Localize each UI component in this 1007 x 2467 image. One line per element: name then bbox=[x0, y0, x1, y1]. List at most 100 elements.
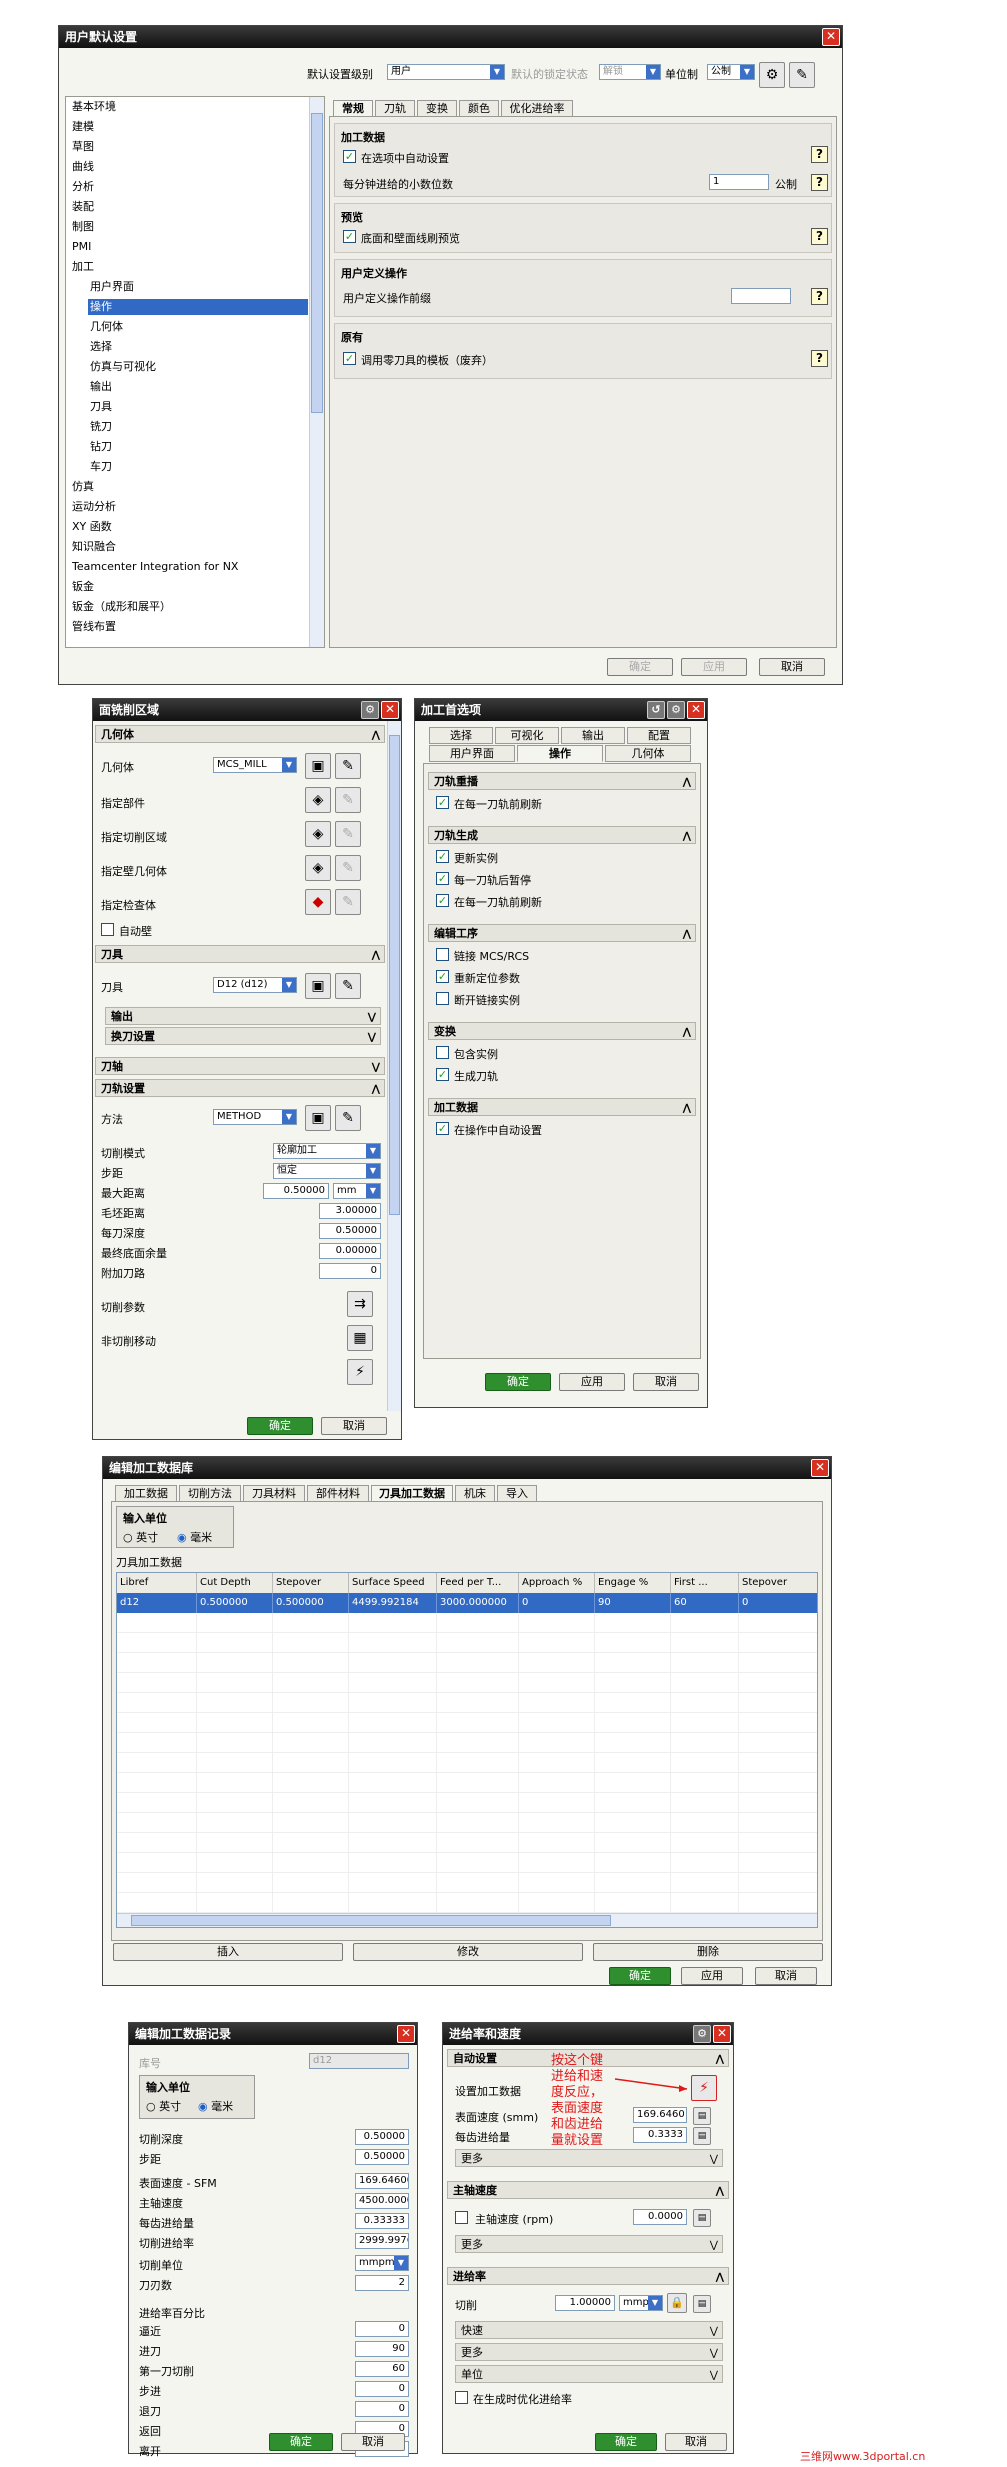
subsection-rapid[interactable]: 快速 ⋁ bbox=[455, 2321, 723, 2339]
section-feed[interactable]: 进给率 ⋀ bbox=[447, 2267, 729, 2285]
ok-button[interactable]: 确定 bbox=[609, 1967, 671, 1985]
tree-item[interactable]: XY 函数 bbox=[70, 519, 308, 535]
new-method-icon[interactable]: ▣ bbox=[305, 1105, 331, 1131]
radio-mm[interactable]: ◉ 毫米 bbox=[177, 1529, 212, 1545]
subsection-unit[interactable]: 单位 ⋁ bbox=[455, 2365, 723, 2383]
cancel-button[interactable]: 取消 bbox=[341, 2433, 405, 2451]
tab-输出[interactable]: 输出 bbox=[561, 727, 625, 744]
tab-5[interactable]: 机床 bbox=[455, 1485, 495, 1502]
pref-checkbox[interactable] bbox=[436, 992, 449, 1005]
pref-checkbox[interactable] bbox=[436, 1046, 449, 1059]
tab-1[interactable]: 切削方法 bbox=[179, 1485, 241, 1502]
blank-dist-input[interactable]: 3.00000 bbox=[319, 1203, 381, 1219]
edit-tool-icon[interactable]: ✎ bbox=[335, 973, 361, 999]
dialog-scrollbar[interactable] bbox=[387, 721, 401, 1411]
tree-item[interactable]: 管线布置 bbox=[70, 619, 308, 635]
tree-item[interactable]: 几何体 bbox=[88, 319, 308, 335]
pref-checkbox[interactable]: ✓ bbox=[436, 970, 449, 983]
decimals-input[interactable]: 1 bbox=[709, 174, 769, 190]
pref-checkbox[interactable]: ✓ bbox=[436, 1122, 449, 1135]
help-icon[interactable]: ? bbox=[811, 350, 828, 367]
auto-set-checkbox[interactable]: ✓ bbox=[343, 150, 356, 163]
pct-input[interactable]: 0 bbox=[355, 2381, 409, 2397]
new-geometry-icon[interactable]: ▣ bbox=[305, 753, 331, 779]
feed-per-tooth-input[interactable]: 0.3333 bbox=[633, 2127, 687, 2143]
unit-select[interactable]: 公制 bbox=[707, 64, 755, 80]
close-icon[interactable]: ✕ bbox=[811, 1459, 829, 1477]
tree-item[interactable]: 制图 bbox=[70, 219, 308, 235]
tree-item[interactable]: 刀具 bbox=[88, 399, 308, 415]
help-icon[interactable]: ? bbox=[811, 228, 828, 245]
tree-item[interactable]: 操作 bbox=[88, 299, 308, 315]
edit-geometry-icon[interactable]: ✎ bbox=[335, 753, 361, 779]
non-cut-icon[interactable]: ▦ bbox=[347, 1325, 373, 1351]
pct-input[interactable]: 60 bbox=[355, 2361, 409, 2377]
tab-0[interactable]: 常规 bbox=[333, 100, 373, 117]
depth-input[interactable]: 0.50000 bbox=[319, 1223, 381, 1239]
preview-checkbox[interactable]: ✓ bbox=[343, 230, 356, 243]
table-row[interactable]: d12 0.500000 0.500000 4499.992184 3000.00000… bbox=[117, 1593, 817, 1613]
cut-unit-select[interactable]: mmpm bbox=[355, 2255, 409, 2271]
radio-inch[interactable]: ○ 英寸 bbox=[146, 2098, 181, 2114]
subsection-more[interactable]: 更多 ⋁ bbox=[455, 2235, 723, 2253]
field-input[interactable]: 2999.9976 bbox=[355, 2233, 409, 2249]
tab-3[interactable]: 部件材料 bbox=[307, 1485, 369, 1502]
tree-item[interactable]: 装配 bbox=[70, 199, 308, 215]
tab-6[interactable]: 导入 bbox=[497, 1485, 537, 1502]
ok-button[interactable]: 确定 bbox=[247, 1417, 313, 1435]
gear-icon[interactable]: ⚙ bbox=[361, 701, 379, 719]
field-input[interactable]: 169.64600 bbox=[355, 2173, 409, 2189]
max-dist-unit[interactable]: mm bbox=[333, 1183, 381, 1199]
tab-操作[interactable]: 操作 bbox=[517, 745, 603, 762]
close-icon[interactable]: ✕ bbox=[713, 2025, 731, 2043]
flutes-input[interactable]: 2 bbox=[355, 2275, 409, 2291]
section-tool[interactable]: 刀具 ⋀ bbox=[95, 945, 385, 963]
pref-checkbox[interactable]: ✓ bbox=[436, 1068, 449, 1081]
optimize-checkbox[interactable] bbox=[455, 2391, 468, 2404]
wrench-icon[interactable]: ✎ bbox=[789, 62, 815, 88]
tree-item[interactable]: Teamcenter Integration for NX bbox=[70, 559, 308, 575]
pct-input[interactable]: 0 bbox=[355, 2401, 409, 2417]
column-header[interactable]: Stepover bbox=[273, 1573, 349, 1593]
column-header[interactable]: Stepover bbox=[739, 1573, 817, 1593]
tab-选择[interactable]: 选择 bbox=[429, 727, 493, 744]
cut-area-icon[interactable]: ◈ bbox=[305, 821, 331, 847]
close-icon[interactable]: ✕ bbox=[687, 701, 705, 719]
pct-input[interactable]: 0 bbox=[355, 2321, 409, 2337]
tab-配置[interactable]: 配置 bbox=[627, 727, 691, 744]
auto-wall-checkbox[interactable] bbox=[101, 923, 114, 936]
tab-4[interactable]: 优化进给率 bbox=[501, 100, 573, 117]
tree-item[interactable]: 分析 bbox=[70, 179, 308, 195]
field-input[interactable]: 4500.0000 bbox=[355, 2193, 409, 2209]
close-icon[interactable]: ✕ bbox=[397, 2025, 415, 2043]
tree-item[interactable]: 基本环境 bbox=[70, 99, 308, 115]
max-dist-input[interactable]: 0.50000 bbox=[263, 1183, 329, 1199]
tab-2[interactable]: 刀具材料 bbox=[243, 1485, 305, 1502]
method-select[interactable]: METHOD bbox=[213, 1109, 297, 1125]
pref-checkbox[interactable]: ✓ bbox=[436, 796, 449, 809]
glasses-icon[interactable]: ⚙ bbox=[759, 62, 785, 88]
extra-pass-input[interactable]: 0 bbox=[319, 1263, 381, 1279]
radio-inch[interactable]: ○ 英寸 bbox=[123, 1529, 158, 1545]
section-s2[interactable]: 刀轨生成 ⋀ bbox=[428, 826, 696, 844]
pref-checkbox[interactable]: ✓ bbox=[436, 894, 449, 907]
feed-speed-icon[interactable]: ⚡ bbox=[347, 1359, 373, 1385]
tab-4[interactable]: 刀具加工数据 bbox=[371, 1485, 453, 1502]
tree-item[interactable]: 建模 bbox=[70, 119, 308, 135]
tree-item[interactable]: 曲线 bbox=[70, 159, 308, 175]
section-tool-axis[interactable]: 刀轴 ⋁ bbox=[95, 1057, 385, 1075]
column-header[interactable]: Feed per T... bbox=[437, 1573, 519, 1593]
subsection-more[interactable]: 更多 ⋁ bbox=[455, 2149, 723, 2167]
geometry-select[interactable]: MCS_MILL bbox=[213, 757, 297, 773]
tree-item[interactable]: 钣金 bbox=[70, 579, 308, 595]
field-input[interactable]: 0.50000 bbox=[355, 2129, 409, 2145]
close-icon[interactable]: ✕ bbox=[822, 28, 840, 46]
lightning-icon[interactable]: ⚡ bbox=[691, 2075, 717, 2101]
pref-checkbox[interactable] bbox=[436, 948, 449, 961]
flashlight-icon[interactable]: ✎ bbox=[335, 855, 361, 881]
tab-几何体[interactable]: 几何体 bbox=[605, 745, 691, 762]
column-header[interactable]: Approach % bbox=[519, 1573, 595, 1593]
lock-icon[interactable]: 🔒 bbox=[667, 2293, 687, 2313]
tab-2[interactable]: 变换 bbox=[417, 100, 457, 117]
ok-button[interactable]: 确定 bbox=[607, 658, 673, 676]
